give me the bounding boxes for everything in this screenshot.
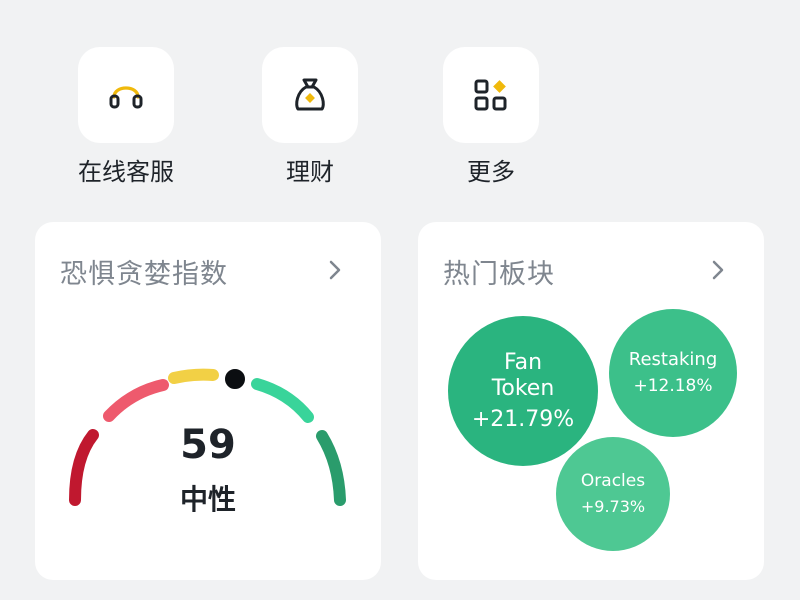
sector-bubble-fan-token[interactable]: Fan Token +21.79% [448, 316, 598, 466]
fear-greed-score: 59 [180, 422, 236, 468]
sector-change: +12.18% [633, 376, 713, 397]
sector-bubble-restaking[interactable]: Restaking +12.18% [609, 309, 737, 437]
sector-name-line1: Fan [503, 350, 543, 376]
grid-more-icon [474, 79, 507, 111]
sector-name: Restaking [628, 348, 718, 370]
hot-sectors-title: 热门板块 [443, 259, 555, 290]
sector-change: +9.73% [580, 497, 646, 517]
sector-name: Oracles [580, 470, 646, 491]
fear-greed-card[interactable]: 恐惧贪婪指数 59 中性 [35, 222, 381, 580]
hot-sectors-card[interactable]: 热门板块 Fan Token +21.79% Restaking +12.18%… [418, 222, 764, 580]
sector-name-line2: Token [491, 375, 555, 401]
gauge-segment-greed [251, 378, 314, 423]
customer-service-button[interactable] [78, 47, 174, 143]
customer-service-label: 在线客服 [78, 158, 174, 186]
fear-greed-sentiment: 中性 [179, 483, 236, 516]
headset-icon [109, 86, 143, 109]
more-label: 更多 [467, 158, 515, 186]
gauge-segment-neutral [168, 368, 219, 384]
wealth-label: 理财 [286, 158, 334, 186]
fear-greed-gauge [69, 367, 346, 506]
money-bag-icon [295, 78, 325, 111]
more-button[interactable] [443, 47, 539, 143]
sector-bubble-oracles[interactable]: Oracles +9.73% [556, 437, 670, 551]
sector-change: +21.79% [471, 406, 575, 432]
gauge-indicator [223, 367, 247, 391]
gauge-segment-fear [103, 379, 169, 422]
wealth-button[interactable] [262, 47, 358, 143]
chevron-right-icon[interactable] [704, 256, 732, 284]
